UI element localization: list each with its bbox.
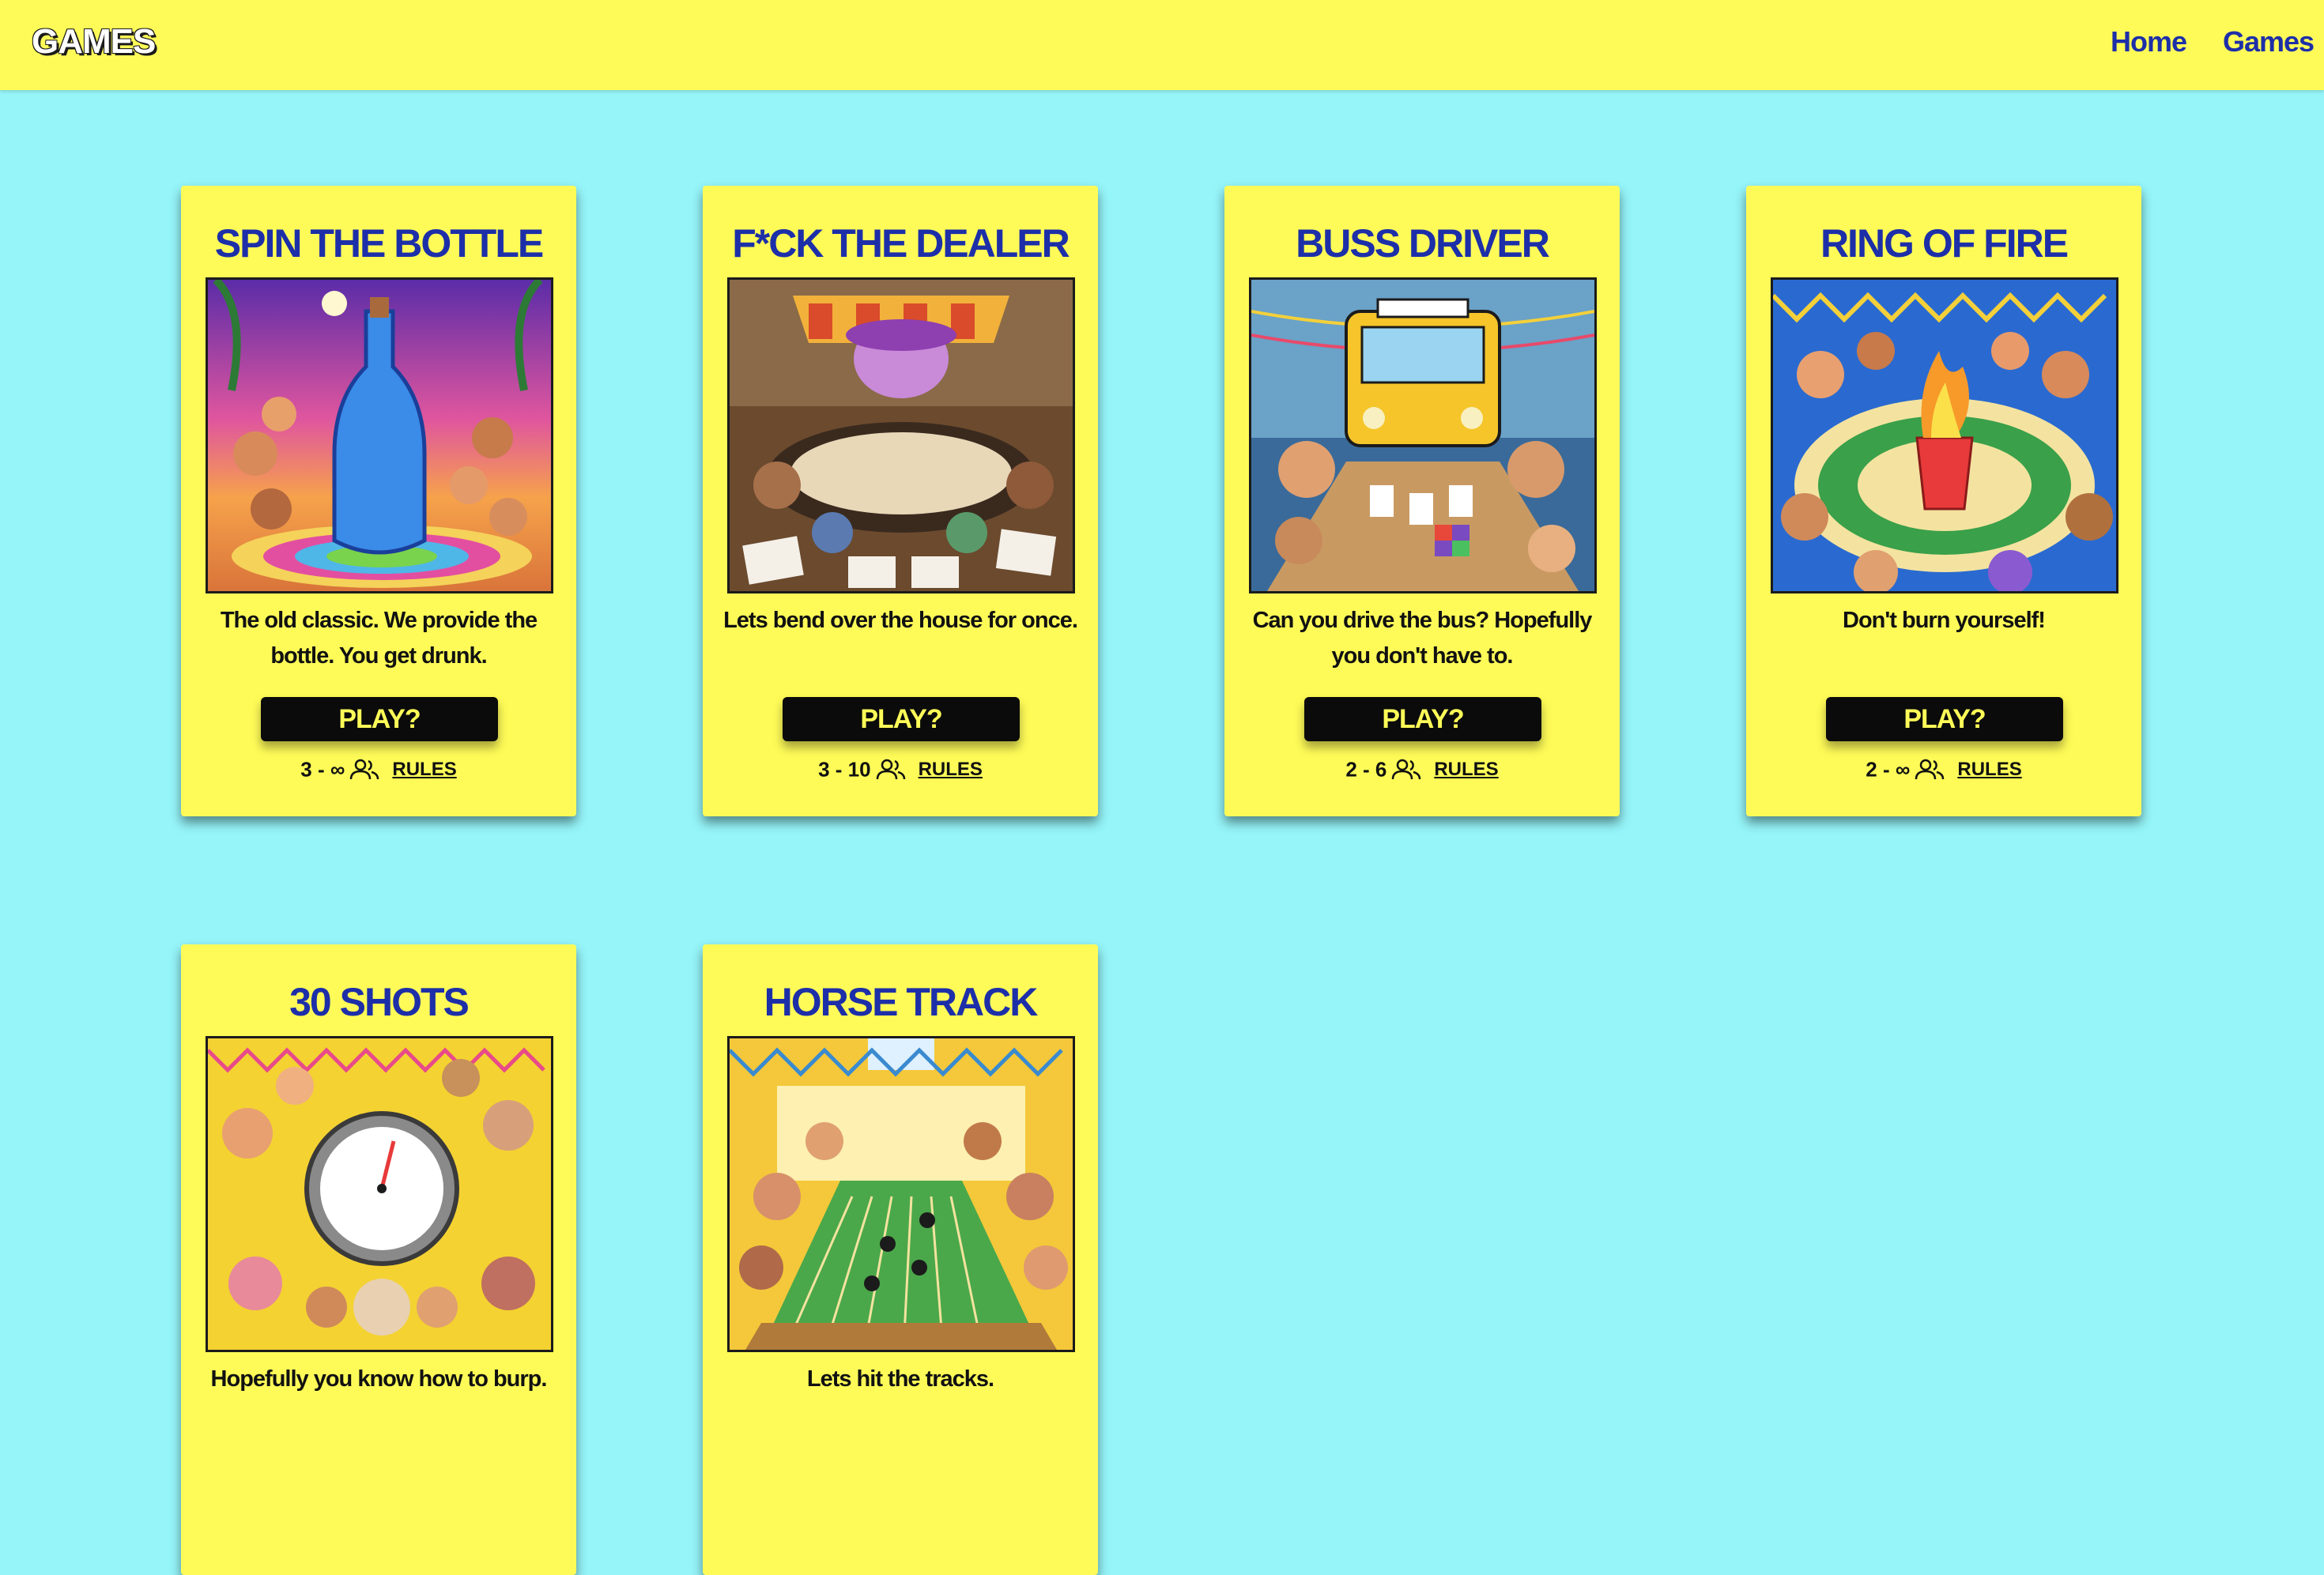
game-description: The old classic. We provide the bottle. … xyxy=(220,608,538,669)
play-button[interactable]: PLAY? xyxy=(261,697,498,741)
nav-link-games[interactable]: Games xyxy=(2223,25,2315,58)
game-image-spin-the-bottle xyxy=(206,277,553,593)
game-image-horse-track xyxy=(727,1036,1075,1352)
brand-logo[interactable]: GAMES xyxy=(32,22,156,62)
rules-link[interactable]: RULES xyxy=(1957,759,2021,780)
game-card-buss-driver: BUSS DRIVER Can you drive the bus? Hopef… xyxy=(1224,186,1620,816)
users-icon xyxy=(876,759,906,781)
player-count: 2 - ∞ xyxy=(1866,757,1911,782)
game-card-spin-the-bottle: SPIN THE BOTTLE The old classic. We prov… xyxy=(181,186,576,816)
game-meta: 2 - ∞ RULES xyxy=(1746,756,2141,782)
game-description: Lets hit the tracks. xyxy=(806,1366,994,1392)
users-icon xyxy=(1391,759,1421,781)
rules-link[interactable]: RULES xyxy=(392,759,456,780)
game-description: Can you drive the bus? Hopefully you don… xyxy=(1252,608,1593,669)
game-image-buss-driver xyxy=(1249,277,1597,593)
game-card-fck-the-dealer: F*CK THE DEALER Lets bend over the house… xyxy=(703,186,1098,816)
play-button[interactable]: PLAY? xyxy=(1826,697,2063,741)
game-meta: 2 - 6 RULES xyxy=(1224,756,1620,782)
game-description: Don't burn yourself! xyxy=(1843,608,2046,633)
rules-link[interactable]: RULES xyxy=(919,759,983,780)
game-description: Lets bend over the house for once. xyxy=(723,608,1078,633)
game-title: 30 SHOTS xyxy=(289,980,470,1024)
game-image-fck-the-dealer xyxy=(727,277,1075,593)
game-meta: 3 - ∞ RULES xyxy=(181,756,576,782)
rules-link[interactable]: RULES xyxy=(1434,759,1498,780)
game-card-horse-track: HORSE TRACK Lets hit the tracks. xyxy=(703,944,1098,1575)
game-meta: 3 - 10 RULES xyxy=(703,756,1098,782)
navbar: GAMES Home Games xyxy=(0,0,2324,90)
player-count: 3 - 10 xyxy=(818,757,871,782)
game-description: Hopefully you know how to burp. xyxy=(210,1366,548,1392)
game-image-30-shots xyxy=(206,1036,553,1352)
game-card-30-shots: 30 SHOTS Hopefully you know how to burp. xyxy=(181,944,576,1575)
game-card-ring-of-fire: RING OF FIRE Don't burn yourself! PLAY? … xyxy=(1746,186,2141,816)
game-title: HORSE TRACK xyxy=(764,980,1039,1024)
game-title: BUSS DRIVER xyxy=(1296,221,1550,266)
play-button[interactable]: PLAY? xyxy=(783,697,1020,741)
player-count: 2 - 6 xyxy=(1345,757,1387,782)
player-count: 3 - ∞ xyxy=(300,757,345,782)
game-title: F*CK THE DEALER xyxy=(732,221,1070,266)
users-icon xyxy=(349,759,379,781)
game-title: RING OF FIRE xyxy=(1820,221,2069,266)
game-image-ring-of-fire xyxy=(1771,277,2118,593)
play-button[interactable]: PLAY? xyxy=(1304,697,1541,741)
nav-link-home[interactable]: Home xyxy=(2111,25,2187,58)
users-icon xyxy=(1915,759,1945,781)
game-title: SPIN THE BOTTLE xyxy=(214,221,544,266)
